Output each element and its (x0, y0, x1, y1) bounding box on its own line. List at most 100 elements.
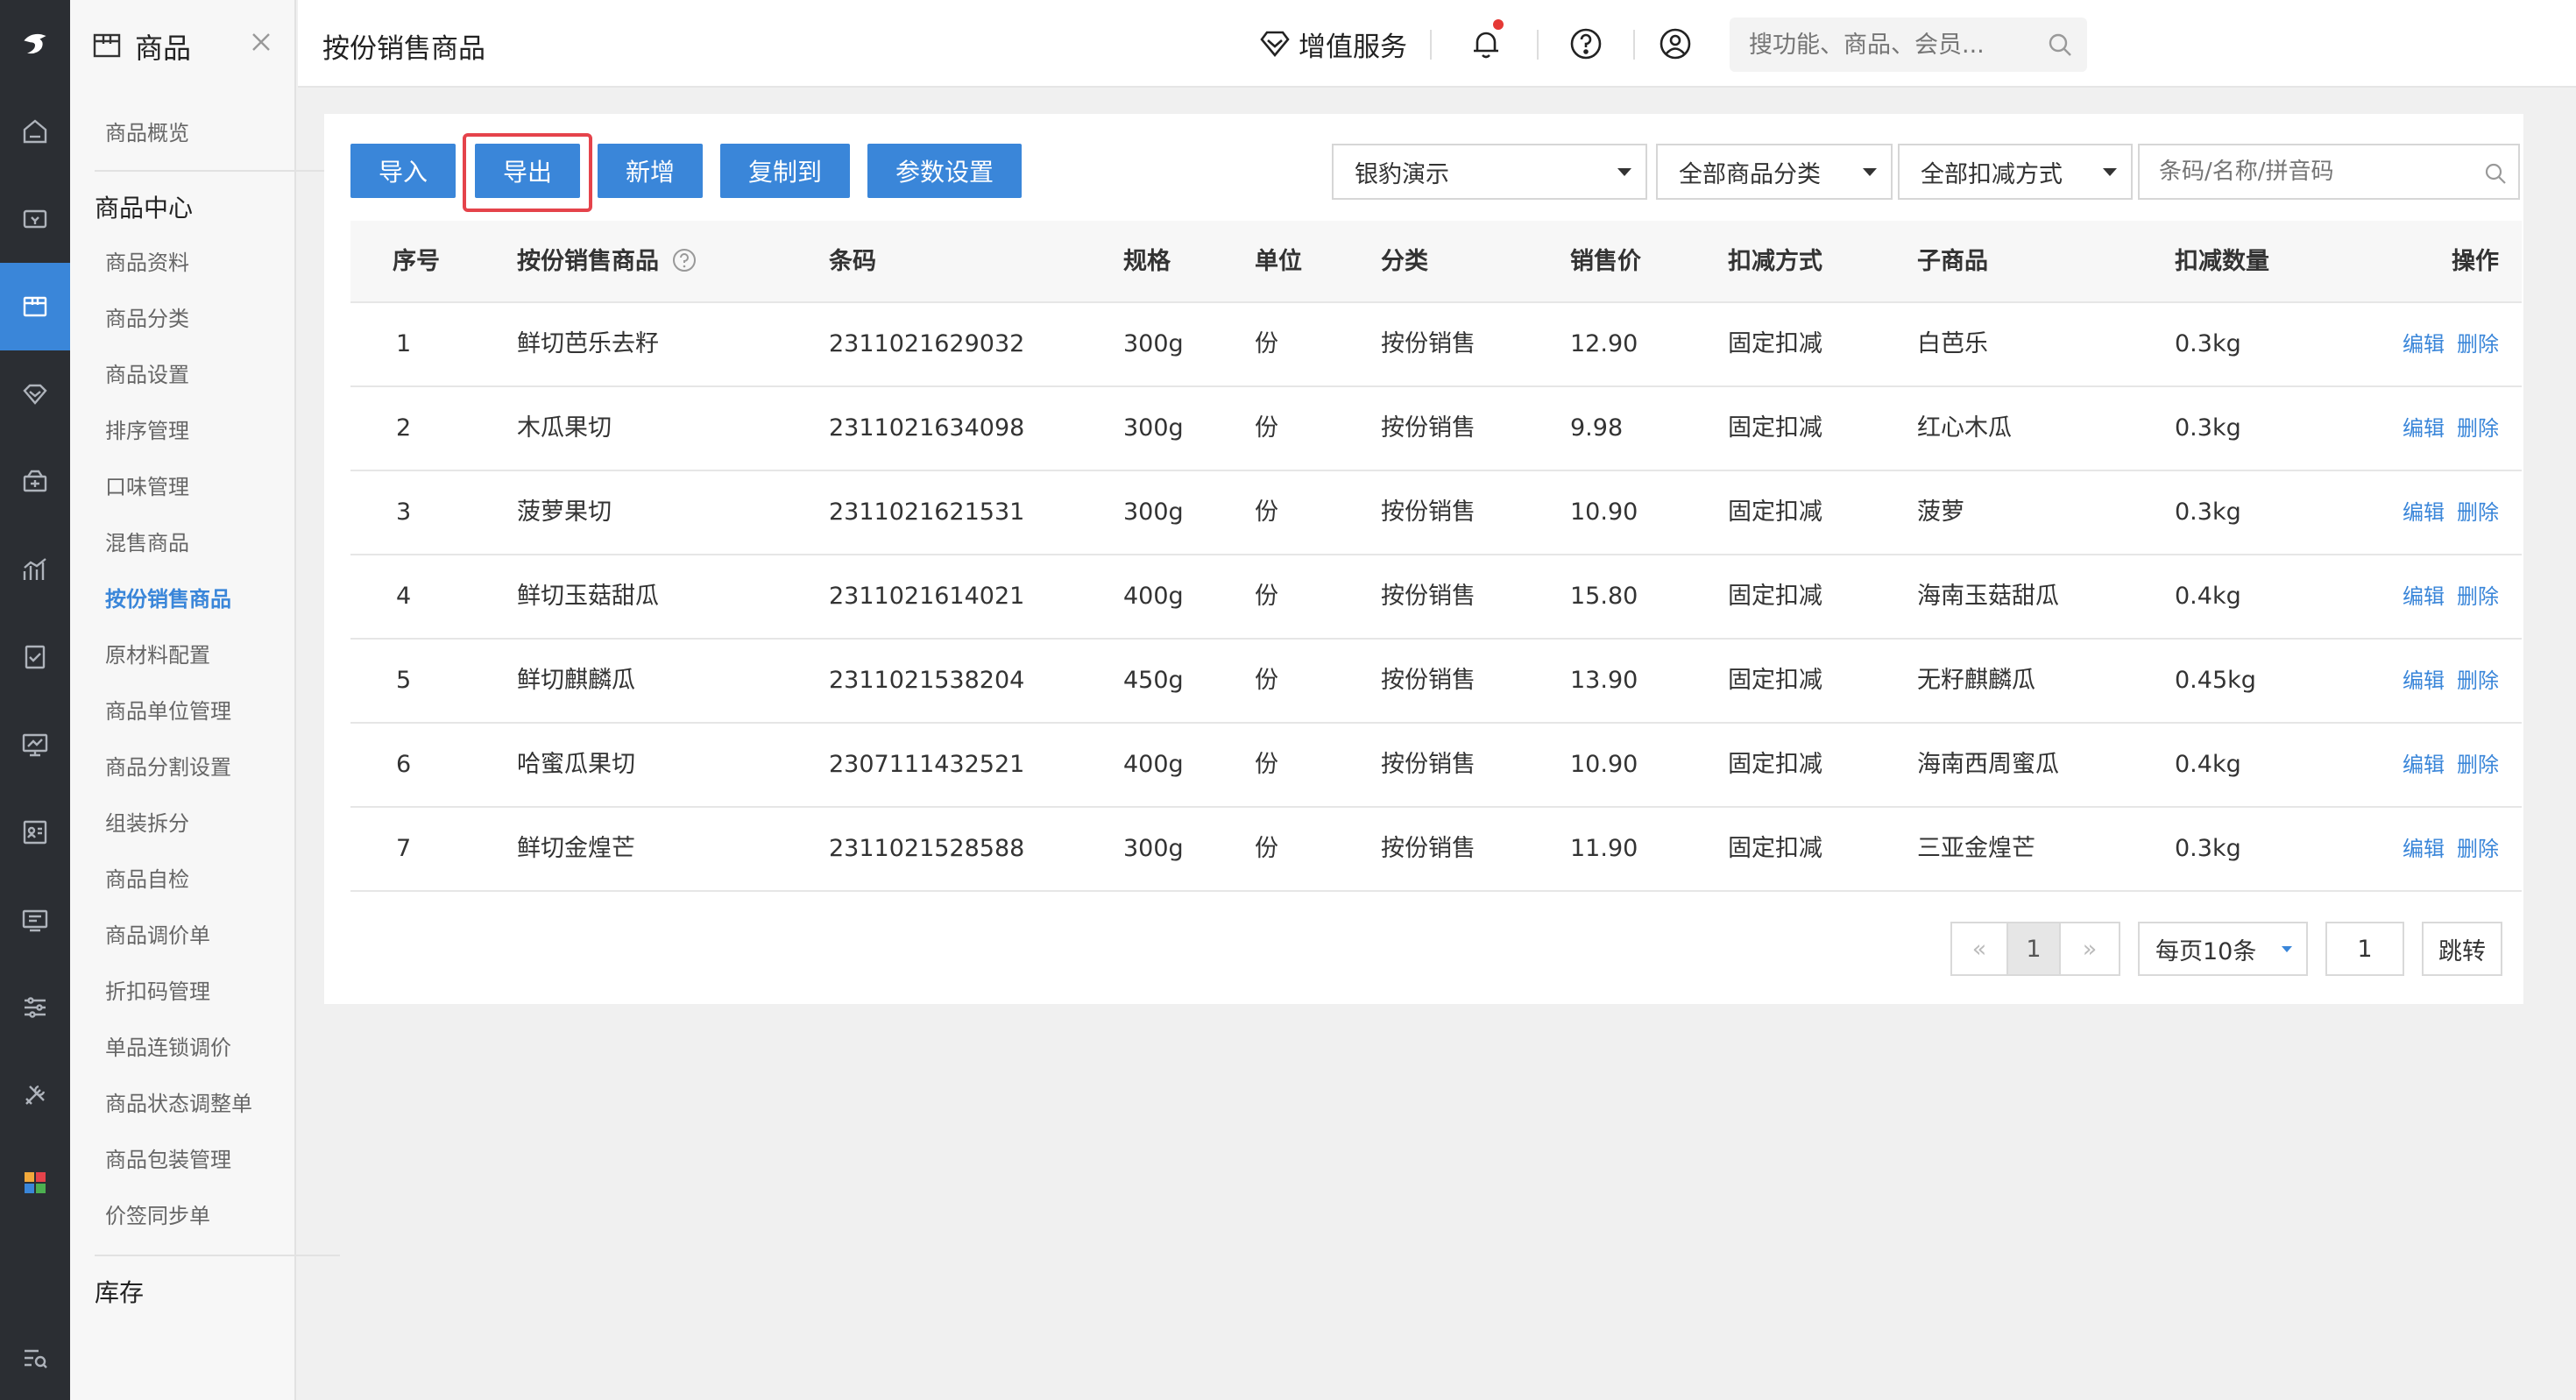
table-cell-qty: 0.3kg (2175, 414, 2241, 442)
sidebar-item[interactable]: 原材料配置 (105, 638, 210, 673)
sidebar-item[interactable]: 商品设置 (105, 357, 189, 392)
tools-icon[interactable] (0, 1051, 70, 1139)
member-icon[interactable] (0, 350, 70, 438)
add-button[interactable]: 新增 (598, 144, 703, 198)
table-cell-name: 鲜切麒麟瓜 (517, 667, 635, 694)
column-header: 操作 (2452, 221, 2499, 303)
table-cell-spec: 300g (1123, 835, 1184, 862)
sidebar-item[interactable]: 组装拆分 (105, 806, 189, 841)
export-button[interactable]: 导出 (475, 144, 580, 198)
table-cell-spec: 300g (1123, 414, 1184, 442)
store-select[interactable]: 银豹演示 (1332, 144, 1647, 200)
sidebar-item[interactable]: 按份销售商品 (105, 582, 231, 617)
global-search[interactable] (1730, 18, 2087, 72)
deduction-select[interactable]: 全部扣减方式 (1898, 144, 2133, 200)
table-header: 序号 按份销售商品 条码 规格 单位 分类 销售价 扣减方式 子商品 扣减数量 操作 (350, 221, 2522, 303)
product-search-input[interactable] (2159, 145, 2474, 198)
delete-link[interactable]: 删除 (2457, 640, 2499, 722)
sidebar-item[interactable]: 折扣码管理 (105, 974, 210, 1009)
column-header-label: 条码 (829, 248, 876, 275)
sidebar-item[interactable]: 商品资料 (105, 245, 189, 280)
cashier-icon[interactable] (0, 175, 70, 263)
table-cell-child: 无籽麒麟瓜 (1917, 667, 2035, 694)
table-cell-name: 木瓜果切 (517, 414, 612, 442)
table-cell-price: 13.90 (1570, 667, 1638, 694)
home-icon[interactable] (0, 88, 70, 175)
global-search-input[interactable] (1749, 18, 2038, 72)
table-cell-unit: 份 (1255, 330, 1278, 357)
table-cell-unit: 份 (1255, 583, 1278, 610)
menu-search-icon[interactable] (0, 1314, 70, 1400)
chevron-down-icon (2103, 168, 2117, 176)
nav-group-product-center[interactable]: 商品中心 (95, 189, 193, 228)
product-search[interactable] (2138, 144, 2520, 200)
edit-link[interactable]: 编辑 (2403, 471, 2445, 554)
column-header-label: 操作 (2452, 248, 2499, 275)
apps-icon[interactable] (0, 1139, 70, 1227)
edit-link[interactable]: 编辑 (2403, 724, 2445, 806)
edit-link[interactable]: 编辑 (2403, 387, 2445, 470)
module-header: 商品 (70, 0, 296, 91)
help-icon[interactable] (1568, 26, 1603, 61)
sidebar-item[interactable]: 商品调价单 (105, 918, 210, 953)
jump-page-input[interactable]: 1 (2325, 922, 2404, 976)
delete-link[interactable]: 删除 (2457, 387, 2499, 470)
logo-icon[interactable] (0, 0, 70, 88)
table-cell-child: 海南玉菇甜瓜 (1917, 583, 2059, 610)
edit-link[interactable]: 编辑 (2403, 640, 2445, 722)
report-icon[interactable] (0, 526, 70, 613)
sidebar-item[interactable]: 商品单位管理 (105, 694, 231, 729)
delete-link[interactable]: 删除 (2457, 471, 2499, 554)
edit-link[interactable]: 编辑 (2403, 303, 2445, 385)
edit-link[interactable]: 编辑 (2403, 808, 2445, 890)
sidebar-item[interactable]: 混售商品 (105, 526, 189, 561)
user-icon[interactable] (1658, 26, 1693, 61)
sidebar-item[interactable]: 商品状态调整单 (105, 1086, 252, 1121)
prev-page-button[interactable]: « (1950, 922, 2008, 976)
edit-link[interactable]: 编辑 (2403, 555, 2445, 638)
close-icon[interactable] (245, 26, 277, 58)
sidebar-item[interactable]: 价签同步单 (105, 1198, 210, 1234)
nav-group-stock[interactable]: 库存 (95, 1274, 144, 1312)
settings-sliders-icon[interactable] (0, 964, 70, 1051)
column-header: 子商品 (1917, 221, 1988, 303)
table-cell-qty: 0.3kg (2175, 498, 2241, 526)
sidebar-item[interactable]: 单品连锁调价 (105, 1030, 231, 1065)
monitor-icon[interactable] (0, 701, 70, 788)
nav-item-overview[interactable]: 商品概览 (105, 116, 189, 151)
search-icon[interactable] (2483, 161, 2508, 186)
jump-button[interactable]: 跳转 (2422, 922, 2502, 976)
category-select[interactable]: 全部商品分类 (1656, 144, 1893, 200)
sidebar-item[interactable]: 商品分割设置 (105, 750, 231, 785)
sidebar-item[interactable]: 商品包装管理 (105, 1142, 231, 1177)
sidebar-item[interactable]: 排序管理 (105, 414, 189, 449)
delete-link[interactable]: 删除 (2457, 303, 2499, 385)
sidebar-item[interactable]: 商品分类 (105, 301, 189, 336)
current-page-button[interactable]: 1 (2006, 922, 2061, 976)
table-cell-price: 9.98 (1570, 414, 1624, 442)
document-icon[interactable] (0, 613, 70, 701)
params-button[interactable]: 参数设置 (867, 144, 1022, 198)
table-cell-no: 4 (396, 583, 412, 610)
delete-link[interactable]: 删除 (2457, 724, 2499, 806)
bell-icon[interactable] (1468, 26, 1504, 61)
table-cell-price: 12.90 (1570, 330, 1638, 357)
device-icon[interactable] (0, 876, 70, 964)
sidebar-item[interactable]: 口味管理 (105, 470, 189, 505)
page-size-select[interactable]: 每页10条 (2138, 922, 2308, 976)
table-cell-price: 15.80 (1570, 583, 1638, 610)
import-button[interactable]: 导入 (350, 144, 456, 198)
promotion-icon[interactable] (0, 438, 70, 526)
staff-icon[interactable] (0, 788, 70, 876)
sidebar-item[interactable]: 商品自检 (105, 862, 189, 897)
product-icon[interactable] (0, 263, 70, 350)
delete-link[interactable]: 删除 (2457, 555, 2499, 638)
next-page-button[interactable]: » (2059, 922, 2120, 976)
search-icon[interactable] (2047, 32, 2073, 58)
value-added-services[interactable]: 增值服务 (1258, 25, 1407, 63)
table-row: 7 鲜切金煌芒 2311021528588 300g 份 按份销售 11.90 固定扣减 三亚金… (350, 808, 2522, 892)
table-row: 1 鲜切芭乐去籽 2311021629032 300g 份 按份销售 12.90 固定扣减 白芭… (350, 303, 2522, 387)
copy-to-button[interactable]: 复制到 (720, 144, 850, 198)
help-icon[interactable] (671, 247, 697, 273)
delete-link[interactable]: 删除 (2457, 808, 2499, 890)
